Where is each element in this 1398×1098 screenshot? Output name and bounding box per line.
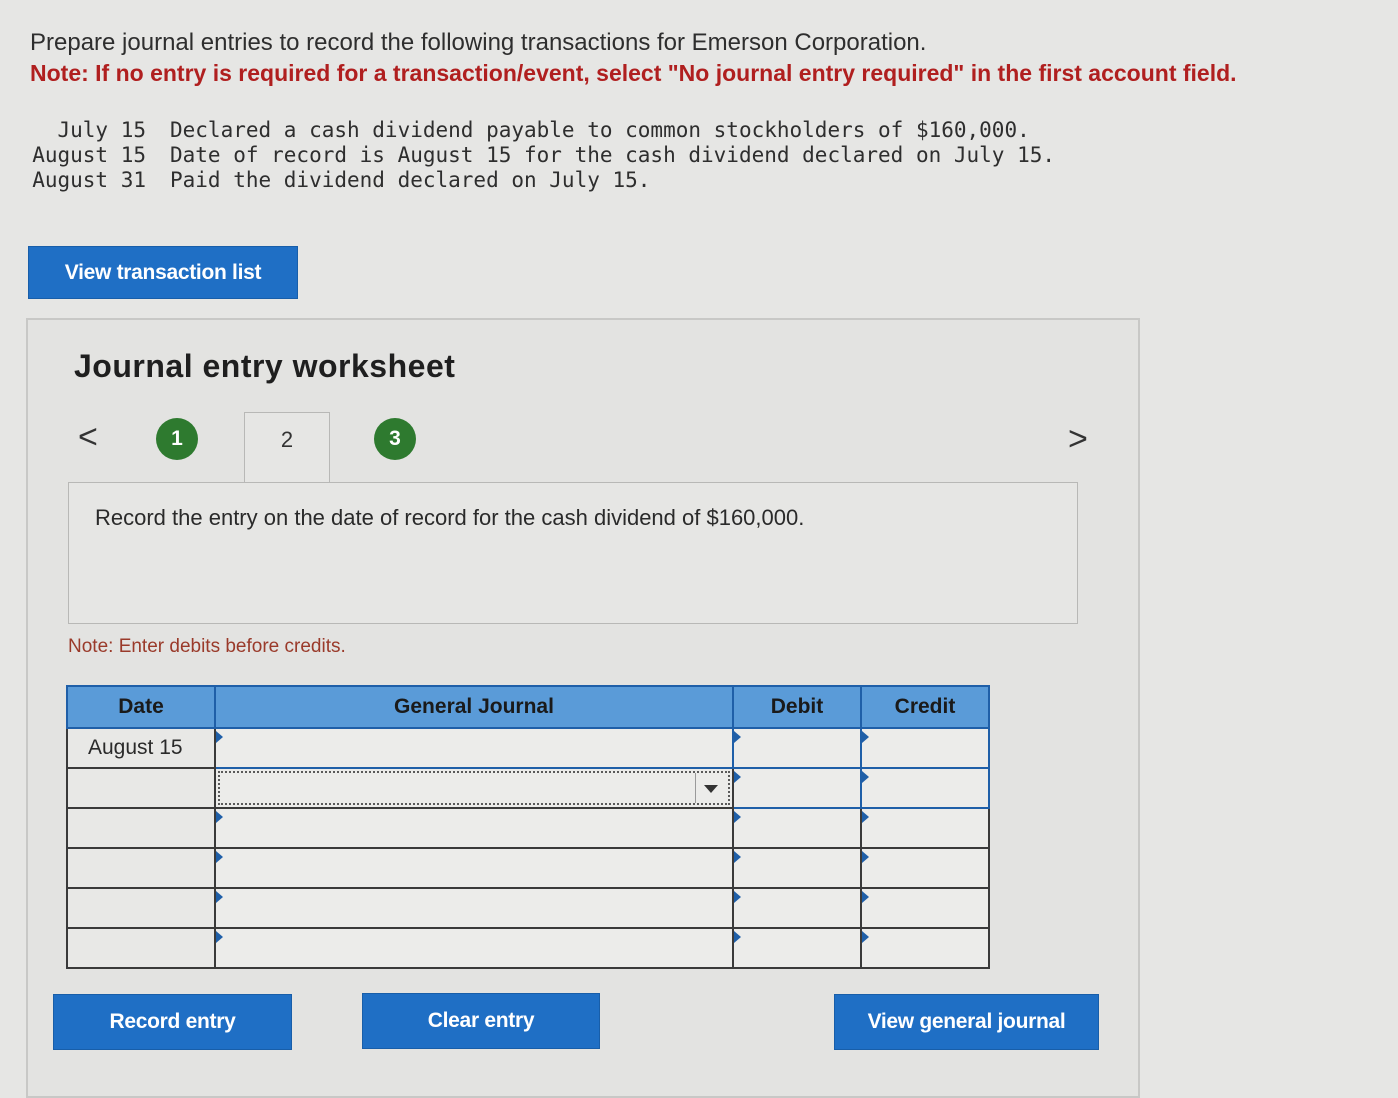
journal-entry-worksheet: Journal entry worksheet < 1 2 3 > Record… [26,318,1140,1098]
account-input[interactable] [214,887,734,929]
credit-input[interactable] [860,927,990,969]
instruction-text: Prepare journal entries to record the fo… [30,29,927,56]
clear-entry-button[interactable]: Clear entry [362,993,600,1049]
debit-input[interactable] [732,927,862,969]
previous-arrow-icon[interactable]: < [78,420,98,454]
journal-row [66,767,990,809]
journal-header-row: Date General Journal Debit Credit [66,685,990,729]
step-3-button[interactable]: 3 [374,418,416,460]
input-marker-icon [734,731,741,743]
entry-instruction: Record the entry on the date of record f… [95,505,805,530]
input-marker-icon [734,771,741,783]
date-cell: August 15 [66,727,216,769]
date-cell [66,887,216,929]
input-marker-icon [734,891,741,903]
credit-column-header: Credit [860,685,990,729]
transaction-list: July 15 Declared a cash dividend payable… [26,118,1055,193]
credit-input[interactable] [860,887,990,929]
credit-input[interactable] [860,727,990,769]
next-arrow-icon[interactable]: > [1068,422,1088,456]
transaction-description: Date of record is August 15 for the cash… [170,143,1056,167]
chevron-down-icon[interactable] [704,785,718,793]
account-input[interactable] [214,927,734,969]
row-date [68,776,88,799]
date-cell [66,927,216,969]
input-marker-icon [862,931,869,943]
step-2-tab-active[interactable]: 2 [244,412,330,484]
row-date [68,896,88,919]
debit-input[interactable] [732,807,862,849]
account-select[interactable] [214,767,734,809]
debit-input[interactable] [732,847,862,889]
credit-input[interactable] [860,847,990,889]
input-marker-icon [216,731,223,743]
journal-row [66,887,990,929]
entry-instruction-box: Record the entry on the date of record f… [68,482,1078,624]
worksheet-title: Journal entry worksheet [74,348,456,384]
debits-note: Note: Enter debits before credits. [68,636,346,657]
transaction-date: August 15 [32,143,146,167]
transaction-description: Paid the dividend declared on July 15. [170,168,651,192]
transaction-row: August 15 Date of record is August 15 fo… [26,143,1055,168]
view-general-journal-button[interactable]: View general journal [834,994,1099,1050]
view-transaction-list-button[interactable]: View transaction list [28,246,298,299]
input-marker-icon [216,931,223,943]
input-marker-icon [734,811,741,823]
input-marker-icon [862,771,869,783]
credit-input[interactable] [860,767,990,809]
journal-row [66,807,990,849]
input-marker-icon [216,811,223,823]
debit-input[interactable] [732,727,862,769]
debit-column-header: Debit [732,685,862,729]
date-cell [66,807,216,849]
date-column-header: Date [66,685,216,729]
row-date [68,936,88,959]
record-entry-button[interactable]: Record entry [53,994,292,1050]
input-marker-icon [734,931,741,943]
transaction-description: Declared a cash dividend payable to comm… [170,118,1030,142]
row-date: August 15 [88,736,183,759]
journal-row: August 15 [66,727,990,769]
step-1-button[interactable]: 1 [156,418,198,460]
input-marker-icon [216,851,223,863]
general-journal-column-header: General Journal [214,685,734,729]
input-marker-icon [216,891,223,903]
transaction-date: August 31 [32,168,146,192]
debit-input[interactable] [732,767,862,809]
account-dropdown[interactable] [218,771,730,805]
input-marker-icon [862,851,869,863]
date-cell [66,847,216,889]
date-cell [66,767,216,809]
account-input[interactable] [214,807,734,849]
debit-input[interactable] [732,887,862,929]
journal-row [66,847,990,889]
input-marker-icon [734,851,741,863]
row-date [68,816,88,839]
credit-input[interactable] [860,807,990,849]
input-marker-icon [862,731,869,743]
account-input[interactable] [214,727,734,769]
transaction-row: July 15 Declared a cash dividend payable… [26,118,1055,143]
input-marker-icon [862,891,869,903]
account-input[interactable] [214,847,734,889]
journal-row [66,927,990,969]
row-date [68,856,88,879]
journal-table: Date General Journal Debit Credit August… [66,685,990,969]
instruction-note: Note: If no entry is required for a tran… [30,60,1237,86]
transaction-date: July 15 [57,118,146,142]
input-marker-icon [862,811,869,823]
transaction-row: August 31 Paid the dividend declared on … [26,168,1055,193]
